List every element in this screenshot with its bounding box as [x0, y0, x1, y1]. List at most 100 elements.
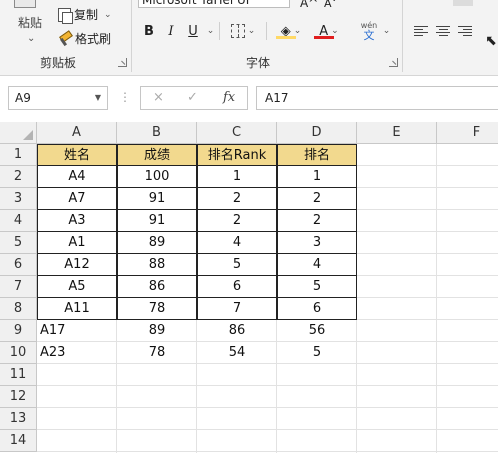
cell[interactable]: 5 [277, 342, 357, 364]
phonetic-dropdown-icon[interactable]: ⌄ [380, 20, 391, 42]
row-header-14[interactable]: 14 [0, 430, 37, 452]
table-cell[interactable]: A3 [37, 210, 117, 232]
row-header-9[interactable]: 9 [0, 320, 37, 342]
column-header-c[interactable]: C [197, 122, 277, 144]
gridline [436, 144, 437, 453]
formula-bar: A9 ▼ ⋮ × ✓ fx A17 [0, 76, 498, 122]
font-launcher-icon[interactable] [389, 58, 398, 67]
table-cell[interactable]: 78 [117, 298, 197, 320]
table-cell[interactable]: 91 [117, 210, 197, 232]
table-cell[interactable]: 4 [277, 254, 357, 276]
row-header-10[interactable]: 10 [0, 342, 37, 364]
cell[interactable]: A23 [37, 342, 117, 364]
table-cell[interactable]: A4 [37, 166, 117, 188]
row-header-12[interactable]: 12 [0, 386, 37, 408]
table-cell[interactable]: 89 [117, 232, 197, 254]
table-cell[interactable]: 6 [197, 276, 277, 298]
table-cell[interactable]: A7 [37, 188, 117, 210]
cell[interactable]: 78 [117, 342, 197, 364]
table-cell[interactable]: 7 [197, 298, 277, 320]
copy-button[interactable]: 复制 ⌄ [58, 6, 112, 24]
column-header-f[interactable]: F [437, 122, 498, 144]
table-cell[interactable]: 5 [197, 254, 277, 276]
align-center-button[interactable] [434, 20, 452, 42]
clipboard-group-label: 剪贴板 [40, 56, 77, 70]
font-color-dropdown-icon[interactable]: ⌄ [331, 26, 339, 36]
table-cell[interactable]: 2 [197, 210, 277, 232]
gridline [37, 429, 498, 430]
table-cell[interactable]: A5 [37, 276, 117, 298]
bold-button[interactable]: B [140, 20, 158, 42]
table-cell[interactable]: 5 [277, 276, 357, 298]
column-header-d[interactable]: D [277, 122, 357, 144]
cell[interactable]: 54 [197, 342, 277, 364]
underline-dropdown-icon[interactable]: ⌄ [204, 20, 215, 42]
table-cell[interactable]: 88 [117, 254, 197, 276]
cell[interactable]: 56 [277, 320, 357, 342]
gridline [37, 407, 498, 408]
align-left-button[interactable] [412, 20, 430, 42]
table-cell[interactable]: 6 [277, 298, 357, 320]
table-cell[interactable]: 3 [277, 232, 357, 254]
align-top-button[interactable] [453, 0, 473, 6]
header-cell[interactable]: 排名 [277, 144, 357, 166]
row-header-13[interactable]: 13 [0, 408, 37, 430]
table-cell[interactable]: 100 [117, 166, 197, 188]
header-cell[interactable]: 姓名 [37, 144, 117, 166]
table-cell[interactable]: 2 [277, 188, 357, 210]
font-name-select[interactable]: Microsoft YaHei UI [138, 0, 290, 8]
worksheet-grid[interactable]: A B C D E F 1 2 3 4 5 6 7 8 9 10 11 12 13 14 姓名 成绩 排名Rank 排名 A4 1… [0, 122, 498, 453]
table-cell[interactable]: 2 [277, 210, 357, 232]
select-all-button[interactable] [0, 122, 37, 144]
row-header-1[interactable]: 1 [0, 144, 37, 166]
paste-dropdown-icon[interactable]: ⌄ [27, 33, 35, 44]
table-cell[interactable]: 86 [117, 276, 197, 298]
name-box-dropdown-icon[interactable]: ▼ [95, 87, 101, 109]
clipboard-launcher-icon[interactable] [118, 58, 127, 67]
row-header-7[interactable]: 7 [0, 276, 37, 298]
phonetic-guide-button[interactable]: wén 文 [356, 20, 382, 42]
align-right-button[interactable] [456, 20, 474, 42]
cell[interactable]: 89 [117, 320, 197, 342]
header-cell[interactable]: 成绩 [117, 144, 197, 166]
fill-color-dropdown-icon[interactable]: ⌄ [294, 26, 302, 36]
table-cell[interactable]: A11 [37, 298, 117, 320]
font-color-button[interactable]: A ⌄ [312, 20, 346, 42]
row-header-11[interactable]: 11 [0, 364, 37, 386]
borders-dropdown-icon[interactable]: ⌄ [248, 26, 256, 36]
formula-input[interactable]: A17 [256, 86, 498, 110]
row-header-3[interactable]: 3 [0, 188, 37, 210]
font-size-up-icon[interactable]: A^ [300, 0, 318, 14]
name-box-value: A9 [15, 91, 31, 105]
column-header-e[interactable]: E [357, 122, 437, 144]
formula-bar-splitter-icon[interactable]: ⋮ [119, 90, 131, 104]
table-cell[interactable]: 2 [197, 188, 277, 210]
header-cell[interactable]: 排名Rank [197, 144, 277, 166]
table-cell[interactable]: 1 [197, 166, 277, 188]
row-header-6[interactable]: 6 [0, 254, 37, 276]
borders-button[interactable]: ⌄ [226, 20, 260, 42]
cell[interactable]: 86 [197, 320, 277, 342]
enter-icon[interactable]: ✓ [187, 90, 198, 105]
font-size-down-icon[interactable]: A˅ [324, 0, 337, 14]
name-box[interactable]: A9 ▼ [8, 86, 108, 110]
column-header-a[interactable]: A [37, 122, 117, 144]
table-cell[interactable]: 91 [117, 188, 197, 210]
table-cell[interactable]: A1 [37, 232, 117, 254]
underline-button[interactable]: U [184, 20, 202, 42]
table-cell[interactable]: 1 [277, 166, 357, 188]
copy-dropdown-icon[interactable]: ⌄ [104, 10, 112, 20]
insert-function-icon[interactable]: fx [223, 90, 235, 105]
row-header-8[interactable]: 8 [0, 298, 37, 320]
row-header-5[interactable]: 5 [0, 232, 37, 254]
table-cell[interactable]: 4 [197, 232, 277, 254]
cancel-icon[interactable]: × [153, 90, 164, 105]
cell[interactable]: A17 [37, 320, 117, 342]
table-cell[interactable]: A12 [37, 254, 117, 276]
fill-color-button[interactable]: ◈ ⌄ [274, 20, 308, 42]
row-header-2[interactable]: 2 [0, 166, 37, 188]
italic-button[interactable]: I [162, 20, 180, 42]
column-header-b[interactable]: B [117, 122, 197, 144]
format-painter-button[interactable]: 格式刷 [58, 30, 111, 47]
row-header-4[interactable]: 4 [0, 210, 37, 232]
